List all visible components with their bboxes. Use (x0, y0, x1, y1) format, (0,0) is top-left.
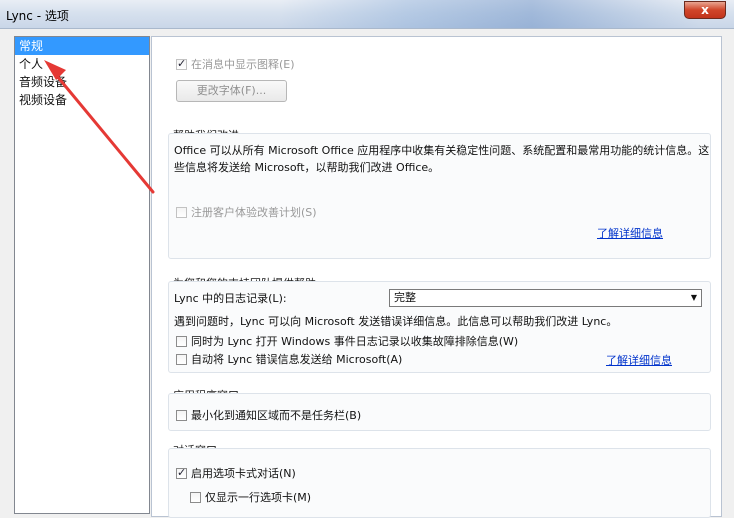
change-font-button[interactable]: 更改字体(F)... (176, 80, 287, 102)
show-emoticons-label: 在消息中显示图释(E) (191, 58, 295, 71)
tabbed-conversation-option[interactable]: 启用选项卡式对话(N) (176, 465, 296, 481)
logging-level-value: 完整 (394, 291, 416, 304)
close-button[interactable]: x (684, 1, 726, 19)
sidebar-item-label: 常规 (19, 39, 44, 53)
single-row-tabs-checkbox[interactable] (190, 491, 201, 503)
windows-log-option[interactable]: 同时为 Lync 打开 Windows 事件日志记录以收集故障排除信息(W) (176, 333, 518, 349)
windows-log-checkbox[interactable] (176, 335, 187, 347)
sidebar-item-label: 音频设备 (19, 75, 68, 89)
title-bar: Lync - 选项 x (0, 0, 734, 29)
auto-send-option[interactable]: 自动将 Lync 错误信息发送给 Microsoft(A) (176, 351, 402, 367)
dropdown-arrow-icon: ▼ (690, 293, 697, 302)
title-bar-glass (280, 0, 700, 28)
sidebar-item-label: 视频设备 (19, 93, 68, 107)
logging-label: Lync 中的日志记录(L): (174, 292, 287, 305)
auto-send-label: 自动将 Lync 错误信息发送给 Microsoft(A) (191, 353, 403, 366)
minimize-tray-option[interactable]: 最小化到通知区域而不是任务栏(B) (176, 407, 361, 423)
ceip-option[interactable]: 注册客户体验改善计划(S) (176, 204, 317, 220)
close-icon: x (701, 3, 709, 17)
tabbed-conversation-label: 启用选项卡式对话(N) (191, 467, 296, 480)
ceip-label: 注册客户体验改善计划(S) (191, 206, 317, 219)
support-description: 遇到问题时，Lync 可以向 Microsoft 发送错误详细信息。此信息可以帮… (174, 315, 618, 328)
sidebar-item-audio-devices[interactable]: 音频设备 (15, 73, 149, 91)
improve-description-line2: 些信息将发送给 Microsoft，以帮助我们改进 Office。 (174, 161, 440, 174)
auto-send-checkbox[interactable] (176, 353, 187, 365)
show-emoticons-option[interactable]: 在消息中显示图释(E) (176, 56, 295, 72)
options-sidebar: 常规 个人 音频设备 视频设备 (14, 36, 150, 514)
sidebar-item-general[interactable]: 常规 (15, 37, 149, 55)
sidebar-item-video-devices[interactable]: 视频设备 (15, 91, 149, 109)
ceip-checkbox[interactable] (176, 206, 187, 218)
sidebar-item-personal[interactable]: 个人 (15, 55, 149, 73)
window-title: Lync - 选项 (6, 9, 69, 23)
windows-log-label: 同时为 Lync 打开 Windows 事件日志记录以收集故障排除信息(W) (191, 335, 519, 348)
logging-level-select[interactable]: 完整 ▼ (389, 289, 702, 307)
improve-learn-more-link[interactable]: 了解详细信息 (597, 225, 663, 241)
single-row-tabs-option[interactable]: 仅显示一行选项卡(M) (190, 489, 311, 505)
support-learn-more-link[interactable]: 了解详细信息 (606, 352, 672, 368)
show-emoticons-checkbox[interactable] (176, 57, 187, 70)
tabbed-conversation-checkbox[interactable] (176, 466, 187, 479)
options-content: 在消息中显示图释(E) 更改字体(F)... 帮助我们改进 Office 可以从… (151, 36, 722, 518)
minimize-tray-checkbox[interactable] (176, 409, 187, 421)
conversation-group (168, 448, 711, 518)
single-row-tabs-label: 仅显示一行选项卡(M) (205, 491, 312, 504)
minimize-tray-label: 最小化到通知区域而不是任务栏(B) (191, 409, 362, 422)
sidebar-item-label: 个人 (19, 57, 44, 71)
improve-description-line1: Office 可以从所有 Microsoft Office 应用程序中收集有关稳… (174, 144, 710, 157)
